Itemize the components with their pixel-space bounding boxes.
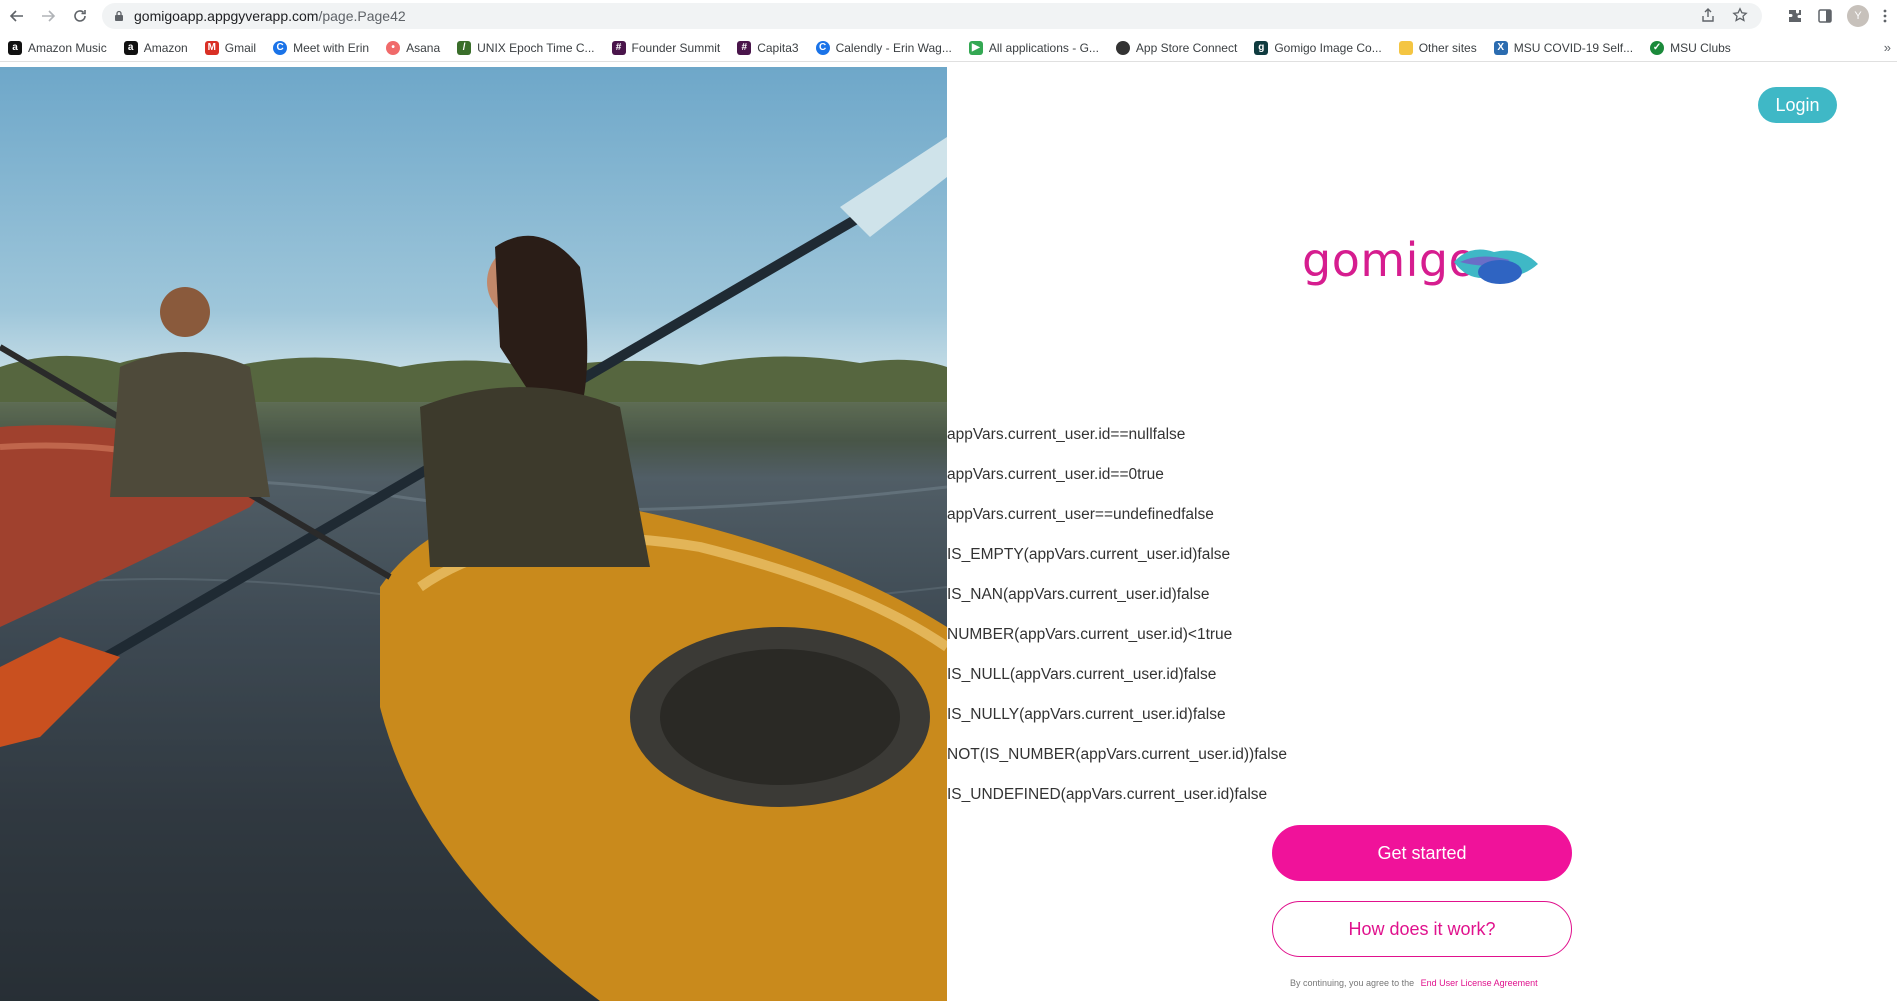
bookmark-item[interactable]: / UNIX Epoch Time C... bbox=[457, 40, 595, 55]
bookmark-item[interactable]: M Gmail bbox=[204, 40, 257, 55]
share-icon[interactable] bbox=[1700, 7, 1716, 23]
side-panel-icon[interactable] bbox=[1817, 8, 1833, 24]
bookmark-label: Capita3 bbox=[757, 40, 799, 55]
hero-image bbox=[0, 67, 947, 1001]
profile-avatar[interactable]: Y bbox=[1847, 5, 1869, 27]
bookmark-item[interactable]: # Founder Summit bbox=[611, 40, 721, 55]
extensions-icon[interactable] bbox=[1787, 8, 1803, 24]
gomigo-icon: g bbox=[1254, 40, 1269, 55]
calendly-icon: C bbox=[815, 40, 830, 55]
bookmark-label: App Store Connect bbox=[1135, 40, 1238, 55]
terms-prefix: By continuing, you agree to the bbox=[1290, 978, 1415, 988]
star-icon[interactable] bbox=[1732, 7, 1748, 23]
bookmark-label: Calendly - Erin Wag... bbox=[835, 40, 952, 55]
debug-line: IS_NAN(appVars.current_user.id)false bbox=[947, 586, 1210, 603]
xm-icon: X bbox=[1493, 40, 1508, 55]
debug-line: IS_NULLY(appVars.current_user.id)false bbox=[947, 706, 1226, 723]
address-bar[interactable]: gomigoapp.appgyverapp.com/page.Page42 bbox=[102, 3, 1762, 29]
bookmark-item[interactable]: a Amazon Music bbox=[8, 40, 107, 55]
bookmark-label: Other sites bbox=[1418, 40, 1477, 55]
bookmark-label: Founder Summit bbox=[631, 40, 721, 55]
bookmark-item[interactable]: ✓ MSU Clubs bbox=[1650, 40, 1731, 55]
slack-icon: # bbox=[737, 40, 752, 55]
eula-link[interactable]: End User License Agreement bbox=[1421, 978, 1538, 988]
bookmark-item[interactable]: Other sites bbox=[1398, 40, 1477, 55]
bookmark-label: UNIX Epoch Time C... bbox=[477, 40, 595, 55]
bookmark-item[interactable]: g Gomigo Image Co... bbox=[1254, 40, 1382, 55]
bookmark-item[interactable]: • Asana bbox=[386, 40, 441, 55]
debug-line: appVars.current_user.id==nullfalse bbox=[947, 426, 1186, 443]
debug-output: appVars.current_user.id==nullfalse appVa… bbox=[947, 425, 1287, 825]
slack-icon: # bbox=[611, 40, 626, 55]
folder-icon bbox=[1398, 40, 1413, 55]
bookmark-label: MSU COVID-19 Self... bbox=[1513, 40, 1634, 55]
logo-cloud-mark bbox=[1454, 249, 1538, 284]
asana-icon: • bbox=[386, 40, 401, 55]
bookmark-label: Amazon Music bbox=[28, 40, 107, 55]
forward-icon[interactable] bbox=[37, 5, 59, 27]
browser-toolbar: gomigoapp.appgyverapp.com/page.Page42 Y bbox=[0, 0, 1897, 32]
amazon-icon: a bbox=[123, 40, 138, 55]
bookmarks-bar: a Amazon Music a Amazon M Gmail C Meet with … bbox=[0, 34, 1897, 62]
debug-line: NOT(IS_NUMBER(appVars.current_user.id))f… bbox=[947, 746, 1287, 763]
terms-notice: By continuing, you agree to the End User… bbox=[1290, 978, 1538, 988]
calendly-icon: C bbox=[273, 40, 288, 55]
chrome-menu-icon[interactable] bbox=[1883, 8, 1887, 24]
play-console-icon: ▶ bbox=[968, 40, 983, 55]
page: Login gomigo appVars.current_user.id==nu… bbox=[0, 67, 1897, 1001]
back-icon[interactable] bbox=[6, 5, 28, 27]
bookmark-label: Gmail bbox=[224, 40, 257, 55]
debug-line: NUMBER(appVars.current_user.id)<1true bbox=[947, 626, 1233, 643]
debug-line: IS_EMPTY(appVars.current_user.id)false bbox=[947, 546, 1231, 563]
bookmark-label: MSU Clubs bbox=[1670, 40, 1731, 55]
bookmark-label: Asana bbox=[406, 40, 441, 55]
debug-line: IS_UNDEFINED(appVars.current_user.id)fal… bbox=[947, 786, 1268, 803]
bookmark-label: Gomigo Image Co... bbox=[1274, 40, 1382, 55]
login-button[interactable]: Login bbox=[1758, 87, 1837, 123]
bookmark-item[interactable]: ▶ All applications - G... bbox=[968, 40, 1099, 55]
apple-icon bbox=[1115, 40, 1130, 55]
gmail-icon: M bbox=[204, 40, 219, 55]
reload-icon[interactable] bbox=[69, 5, 91, 27]
bookmark-item[interactable]: App Store Connect bbox=[1115, 40, 1238, 55]
url-text: gomigoapp.appgyverapp.com/page.Page42 bbox=[134, 8, 406, 24]
bookmark-item[interactable]: C Calendly - Erin Wag... bbox=[815, 40, 952, 55]
bookmark-label: All applications - G... bbox=[988, 40, 1099, 55]
bookmark-item[interactable]: # Capita3 bbox=[737, 40, 799, 55]
bookmark-item[interactable]: a Amazon bbox=[123, 40, 188, 55]
debug-line: appVars.current_user.id==0true bbox=[947, 466, 1164, 483]
msu-icon: ✓ bbox=[1650, 40, 1665, 55]
amazon-icon: a bbox=[8, 40, 22, 55]
bookmark-label: Amazon bbox=[143, 40, 188, 55]
bookmark-item[interactable]: X MSU COVID-19 Self... bbox=[1493, 40, 1634, 55]
bookmark-label: Meet with Erin bbox=[293, 40, 370, 55]
url-host: gomigoapp.appgyverapp.com bbox=[134, 8, 319, 24]
url-path: /page.Page42 bbox=[318, 8, 406, 24]
debug-line: appVars.current_user==undefinedfalse bbox=[947, 506, 1214, 523]
bookmarks-overflow-icon[interactable]: » bbox=[1884, 40, 1891, 55]
kayak-photo bbox=[0, 137, 947, 1001]
gomigo-logo: gomigo bbox=[1302, 232, 1542, 292]
epoch-icon: / bbox=[457, 40, 472, 55]
bookmark-item[interactable]: C Meet with Erin bbox=[273, 40, 370, 55]
lock-icon bbox=[115, 10, 123, 21]
debug-line: IS_NULL(appVars.current_user.id)false bbox=[947, 666, 1217, 683]
how-it-works-button[interactable]: How does it work? bbox=[1272, 901, 1572, 957]
get-started-button[interactable]: Get started bbox=[1272, 825, 1572, 881]
